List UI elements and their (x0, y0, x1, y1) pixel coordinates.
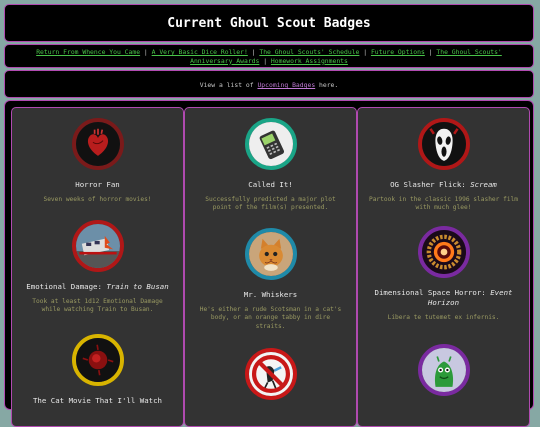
badge-title-movie: Scream (470, 180, 497, 189)
cell-phone-icon (244, 118, 297, 170)
badge-description: Took at least 1d12 Emotional Damage whil… (32, 298, 163, 314)
badges-panel: Horror Fan Seven weeks of horror movies!… (4, 100, 534, 427)
subheader-prefix: View a list of (199, 81, 258, 89)
badge-title: Emotional Damage: Train to Busan (12, 282, 183, 292)
train-crash-icon (71, 220, 124, 272)
badge-title-prefix: Dimensional Space Horror: (374, 288, 491, 297)
nav-link-schedule[interactable]: The Ghoul Scouts' Schedule (259, 48, 359, 56)
badge-description: Seven weeks of horror movies! (43, 196, 152, 203)
badge-description: Partook in the classic 1996 slasher film… (368, 196, 518, 212)
badge-called-it: Called It! Successfully predicted a majo… (185, 118, 356, 213)
upcoming-badges-link[interactable]: Upcoming Badges (257, 81, 315, 89)
anatomical-heart-icon (71, 118, 124, 170)
badge-cat-movie: The Cat Movie That I'll Watch (12, 334, 183, 406)
title-panel: Current Ghoul Scout Badges (4, 4, 534, 42)
badge-column-1: Horror Fan Seven weeks of horror movies!… (11, 107, 184, 427)
badge-og-slasher: OG Slasher Flick: Scream Partook in the … (358, 118, 529, 213)
nav-link-homework[interactable]: Homework Assignments (271, 57, 348, 65)
badge-title: Mr. Whiskers (243, 290, 298, 299)
badge-title: Horror Fan (75, 180, 120, 189)
badge-title: OG Slasher Flick: Scream (358, 180, 529, 190)
subheader-text: View a list of Upcoming Badges here. (5, 71, 533, 99)
nav-links: Return From Whence You Came | A Very Bas… (15, 48, 523, 65)
nav-link-future-options[interactable]: Future Options (371, 48, 425, 56)
badge-mr-whiskers: Mr. Whiskers He's either a rude Scotsman… (185, 228, 356, 331)
nav-link-return[interactable]: Return From Whence You Came (36, 48, 140, 56)
no-symbol-icon (244, 348, 297, 400)
portal-ring-icon (417, 226, 470, 278)
red-blob-icon (71, 334, 124, 386)
nav-separator: | (424, 48, 437, 56)
green-creature-icon (417, 344, 470, 396)
badge-column-2: Called It! Successfully predicted a majo… (184, 107, 357, 427)
orange-cat-icon (244, 228, 297, 280)
badge-description: Successfully predicted a major plot poin… (205, 196, 336, 212)
badge-dimensional-space-horror: Dimensional Space Horror: Event Horizon … (358, 226, 529, 322)
ghostface-mask-icon (417, 118, 470, 170)
badge-title-prefix: Emotional Damage: (26, 282, 107, 291)
nav-separator: | (140, 48, 152, 56)
badge-description: He's either a rude Scotsman in a cat's b… (199, 306, 342, 330)
badge-description: Libera te tutemet ex infernis. (387, 314, 500, 321)
badge-title: Called It! (248, 180, 293, 189)
badge-horror-fan: Horror Fan Seven weeks of horror movies! (12, 118, 183, 204)
badge-emotional-damage: Emotional Damage: Train to Busan Took at… (12, 220, 183, 315)
badge-title-movie: Train to Busan (106, 282, 169, 291)
badge-column-3: OG Slasher Flick: Scream Partook in the … (357, 107, 530, 427)
nav-separator: | (359, 48, 371, 56)
badge-prohibited (185, 348, 356, 400)
nav-separator: | (259, 56, 271, 65)
subheader-panel: View a list of Upcoming Badges here. (4, 70, 534, 98)
badge-title-prefix: OG Slasher Flick: (390, 180, 471, 189)
nav-separator: | (247, 48, 260, 56)
page-title: Current Ghoul Scout Badges (167, 16, 371, 31)
badge-title: Dimensional Space Horror: Event Horizon (358, 288, 529, 308)
nav-link-dice-roller[interactable]: A Very Basic Dice Roller! (152, 48, 248, 56)
badge-creature (358, 344, 529, 396)
nav-bar: Return From Whence You Came | A Very Bas… (4, 44, 534, 68)
subheader-suffix: here. (315, 81, 339, 89)
